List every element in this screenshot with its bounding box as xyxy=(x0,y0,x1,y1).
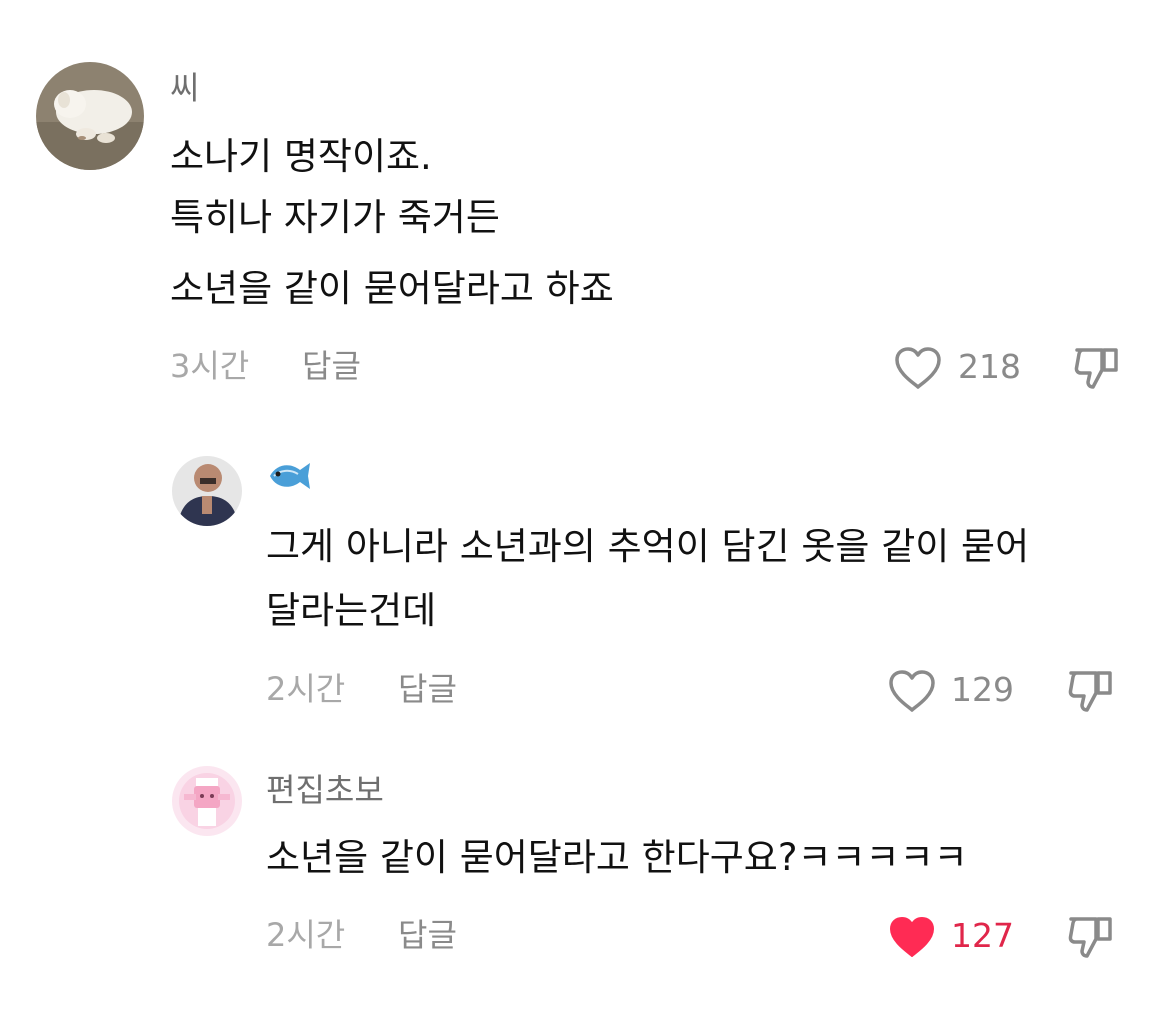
comment-text-line: 소년을 같이 묻어달라고 한다구요?ㅋㅋㅋㅋㅋ xyxy=(266,836,968,879)
comment-time: 3시간 xyxy=(170,347,250,385)
thumbs-down-icon[interactable] xyxy=(1066,668,1116,714)
avatar[interactable] xyxy=(36,62,144,170)
comment-time: 2시간 xyxy=(266,916,346,954)
reply-button[interactable]: 답글 xyxy=(302,350,361,382)
comment-text-line: 달라는건데 xyxy=(266,589,437,632)
reply-button[interactable]: 답글 xyxy=(398,673,457,705)
like-count: 129 xyxy=(951,670,1014,709)
reply-button[interactable]: 답글 xyxy=(398,919,457,951)
like-count: 218 xyxy=(958,347,1021,386)
comment-username[interactable]: 편집초보 xyxy=(266,774,384,806)
comment-text-line: 소나기 명작이죠. xyxy=(170,135,432,178)
comment-username[interactable]: 씨 xyxy=(170,72,199,104)
comment-text-line: 그게 아니라 소년과의 추억이 담긴 옷을 같이 묻어 xyxy=(266,525,1030,568)
fish-icon[interactable] xyxy=(266,458,314,494)
comment-thread: 씨 소나기 명작이죠. 특히나 자기가 죽거든 소년을 같이 묻어달라고 하죠 … xyxy=(0,0,1170,1013)
thumbs-down-icon[interactable] xyxy=(1066,914,1116,960)
puppy-avatar-image xyxy=(36,62,144,170)
pink-character-avatar-image xyxy=(172,766,242,836)
person-avatar-image xyxy=(172,456,242,526)
avatar[interactable] xyxy=(172,456,242,526)
comment-time: 2시간 xyxy=(266,670,346,708)
comment-text-line: 특히나 자기가 죽거든 xyxy=(170,196,500,239)
avatar[interactable] xyxy=(172,766,242,836)
heart-filled-icon[interactable] xyxy=(887,914,937,960)
heart-icon[interactable] xyxy=(887,668,937,714)
comment-text-line: 소년을 같이 묻어달라고 하죠 xyxy=(170,267,614,310)
like-count: 127 xyxy=(951,916,1014,955)
heart-icon[interactable] xyxy=(893,345,943,391)
thumbs-down-icon[interactable] xyxy=(1072,345,1122,391)
